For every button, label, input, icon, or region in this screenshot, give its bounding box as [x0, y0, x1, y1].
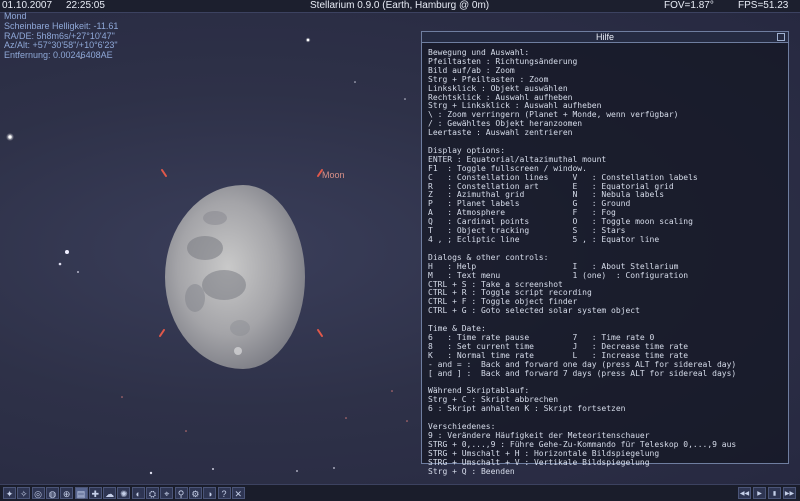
help-window[interactable]: Hilfe Bewegung und Auswahl: Pfeiltasten :… — [421, 31, 789, 475]
help-titlebar[interactable]: Hilfe — [422, 32, 788, 43]
center-selection-icon[interactable]: ⌖ — [160, 487, 174, 499]
help-line: Leertaste : Auswahl zentrieren — [428, 128, 573, 138]
time-now-icon[interactable]: ▮ — [768, 487, 781, 499]
constellation-lines-icon[interactable]: ✦ — [3, 487, 16, 499]
star — [185, 430, 187, 432]
star — [354, 81, 356, 83]
star — [406, 420, 408, 422]
moon-label: Moon — [322, 170, 345, 180]
close-icon[interactable] — [777, 33, 785, 41]
equatorial-grid-icon[interactable]: ⊕ — [60, 487, 74, 499]
star — [58, 262, 62, 266]
star — [391, 390, 393, 392]
status-bar: 01.10.2007 22:25:05 Stellarium 0.9.0 (Ea… — [0, 0, 800, 13]
window-title: Stellarium 0.9.0 (Earth, Hamburg @ 0m) — [310, 0, 490, 11]
help-line: [ and ] : Back and forward 7 days (press… — [428, 368, 737, 378]
configuration-icon[interactable]: ⚙ — [188, 487, 202, 499]
help-line: CTRL + G : Goto selected solar system ob… — [428, 306, 640, 316]
nebula-icon[interactable]: ✺ — [117, 487, 131, 499]
night-mode-icon[interactable]: ◑ — [203, 487, 217, 499]
help-text: Bewegung und Auswahl: Pfeiltasten : Richt… — [422, 43, 788, 482]
star — [65, 250, 69, 254]
planet-labels-icon[interactable]: ◐ — [131, 487, 145, 499]
equatorial-mount-icon[interactable]: ⛭ — [146, 487, 159, 499]
star — [121, 396, 123, 398]
constellation-labels-icon[interactable]: ✧ — [17, 487, 31, 499]
object-distance: Entfernung: 0.00246408AE — [4, 50, 113, 61]
star — [77, 271, 79, 273]
cardinal-points-icon[interactable]: ✚ — [88, 487, 102, 499]
search-icon[interactable]: ⚲ — [174, 487, 188, 499]
constellation-art-icon[interactable]: ◎ — [31, 487, 45, 499]
time-forward-icon[interactable]: ▶▶ — [783, 487, 796, 499]
time-rewind-icon[interactable]: ◀◀ — [738, 487, 751, 499]
time-label: 22:25:05 — [66, 0, 105, 11]
help-title: Hilfe — [595, 32, 614, 42]
azimuthal-grid-icon[interactable]: ◍ — [45, 487, 59, 499]
star — [149, 471, 153, 475]
star — [212, 468, 214, 470]
quit-icon[interactable]: ✕ — [231, 487, 245, 499]
star — [296, 470, 298, 472]
ground-icon[interactable]: ▤ — [74, 487, 88, 499]
help-line: 6 : Skript anhalten K : Skript fortsetze… — [428, 404, 626, 414]
star — [333, 467, 335, 469]
object-info-panel: Mond Scheinbare Helligkeit: -11.61 RA/DE… — [4, 11, 118, 61]
help-icon[interactable]: ? — [217, 487, 231, 499]
help-line: 4 , ; Ecliptic line 5 , : Equator line — [428, 235, 660, 245]
star — [345, 417, 347, 419]
star — [404, 98, 406, 100]
time-normal-icon[interactable]: ▶ — [753, 487, 766, 499]
fov-label: FOV=1.87° — [664, 0, 714, 11]
star — [8, 135, 12, 139]
toolbar: ✦ ✧ ◎ ◍ ⊕ ▤ ✚ ☁ ✺ ◐ ⛭ ⌖ ⚲ ⚙ ◑? ✕ ◀◀ ▶ ▮ ▶▶ — [0, 484, 800, 501]
star — [306, 38, 310, 42]
help-line: Strg + Q : Beenden — [428, 466, 515, 476]
atmosphere-icon[interactable]: ☁ — [103, 487, 117, 499]
moon[interactable] — [165, 185, 305, 369]
fps-label: FPS=51.23 — [738, 0, 789, 11]
